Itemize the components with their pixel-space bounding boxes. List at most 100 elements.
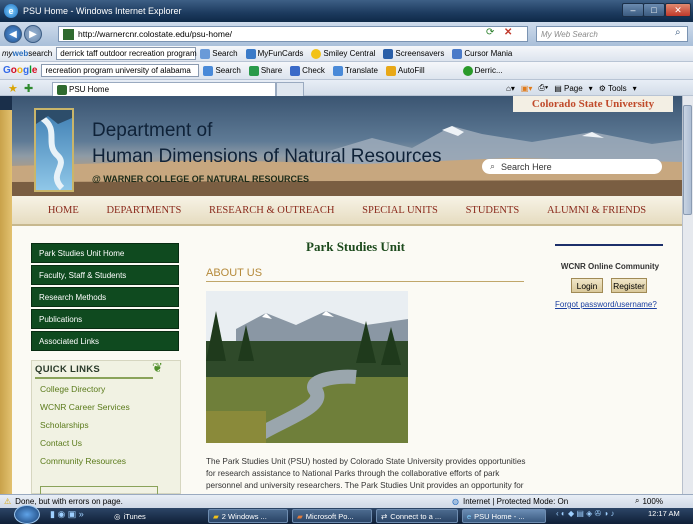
smiley-central-button[interactable]: Smiley Central [311, 48, 375, 59]
nav-alumni-friends[interactable]: ALUMNI & FRIENDS [547, 205, 646, 216]
site-banner: Colorado State University Department of … [12, 96, 682, 196]
description-line: personnel and university researchers. Th… [206, 481, 524, 490]
leaf-icon: ❦ [152, 360, 163, 375]
scrollbar-thumb[interactable] [683, 105, 692, 215]
quick-link-community-resources[interactable]: Community Resources [40, 456, 126, 466]
nav-home[interactable]: HOME [48, 205, 79, 216]
college-name: @ WARNER COLLEGE OF NATURAL RESOURCES [92, 174, 309, 184]
quick-link-career-services[interactable]: WCNR Career Services [40, 402, 130, 412]
google-account-button[interactable]: Derric... [462, 65, 503, 76]
taskbar-itunes[interactable]: ◎ iTunes [110, 509, 190, 523]
csu-wordmark[interactable]: Colorado State University [513, 96, 673, 112]
clock[interactable]: 12:17 AM [648, 509, 680, 518]
google-translate-button[interactable]: Translate [332, 65, 378, 76]
river-logo-icon [36, 110, 72, 191]
sidebar-item-associated-links[interactable]: Associated Links [31, 331, 179, 351]
nav-research-outreach[interactable]: RESEARCH & OUTREACH [209, 205, 334, 216]
home-icon[interactable]: ⌂▾ [506, 84, 515, 93]
search-icon [200, 48, 211, 59]
site-search-input[interactable]: ⌕ Search Here [482, 159, 662, 174]
mywebsearch-input[interactable]: derrick taff outdoor recreation program [56, 47, 197, 60]
forward-button[interactable]: ▶ [24, 25, 42, 43]
zoom-control[interactable]: ⌕ 100% [635, 494, 663, 508]
quick-link-contact-us[interactable]: Contact Us [40, 438, 82, 448]
tray-icons[interactable]: ‹ ◐ ◆ ▤ ◈ ✇ ◑ ♪ [556, 509, 614, 518]
myfuncards-button[interactable]: MyFunCards [245, 48, 303, 59]
quick-links-footer-box [40, 486, 158, 494]
itunes-icon: ◎ [114, 511, 121, 521]
taskbar-connect[interactable]: ⇄ Connect to a ... [376, 509, 458, 523]
taskbar-windows-group[interactable]: ▰ 2 Windows ... [208, 509, 288, 523]
mywebsearch-search-button[interactable]: Search [200, 48, 238, 59]
refresh-icon[interactable]: ⟳ [486, 27, 500, 41]
google-check-button[interactable]: Check [290, 65, 325, 76]
screensavers-button[interactable]: Screensavers [383, 48, 444, 59]
print-icon[interactable]: ⎙▾ [538, 83, 548, 93]
sidebar-nav: Park Studies Unit Home Faculty, Staff & … [31, 243, 179, 353]
about-divider [206, 281, 524, 282]
community-divider [555, 244, 663, 246]
dept-logo[interactable] [34, 108, 74, 192]
nav-special-units[interactable]: SPECIAL UNITS [362, 205, 438, 216]
folder-icon: ▰ [213, 511, 219, 521]
security-zone[interactable]: ◍ Internet | Protected Mode: On [452, 494, 568, 508]
screensaver-icon [383, 48, 394, 59]
sidebar-item-faculty[interactable]: Faculty, Staff & Students [31, 265, 179, 285]
cursor-mania-button[interactable]: Cursor Mania [452, 48, 512, 59]
feeds-icon[interactable]: ▣▾ [521, 84, 533, 93]
favorites-star-icon[interactable]: ★ [8, 82, 18, 95]
main-nav: HOME DEPARTMENTS RESEARCH & OUTREACH SPE… [12, 196, 682, 226]
sidebar-item-psu-home[interactable]: Park Studies Unit Home [31, 243, 179, 263]
google-search-button[interactable]: Search [203, 65, 241, 76]
dept-title-line1: Department of [92, 120, 213, 141]
share-icon [248, 65, 259, 76]
google-share-button[interactable]: Share [248, 65, 282, 76]
login-button[interactable]: Login [571, 278, 603, 293]
register-button[interactable]: Register [611, 278, 647, 293]
add-favorite-icon[interactable]: ✚ [24, 82, 33, 95]
autofill-icon [385, 65, 396, 76]
stop-icon[interactable]: ✕ [504, 27, 518, 41]
address-url: http://warnercnr.colostate.edu/psu-home/ [78, 29, 233, 39]
nav-students[interactable]: STUDENTS [466, 205, 520, 216]
zoom-icon: ⌕ [635, 496, 640, 505]
taskbar-powerpoint[interactable]: ▰ Microsoft Po... [292, 509, 372, 523]
google-search-input[interactable]: recreation program university of alabama [41, 64, 200, 77]
sidebar-item-research-methods[interactable]: Research Methods [31, 287, 179, 307]
command-bar: ⌂▾ ▣▾ ⎙▾ ▤ Page ▾ ⚙ Tools ▾ [506, 80, 643, 96]
address-bar[interactable]: http://warnercnr.colostate.edu/psu-home/ [58, 26, 528, 42]
google-search-icon [203, 65, 214, 76]
page-menu[interactable]: ▤ Page ▾ [554, 84, 592, 93]
window-title: PSU Home - Windows Internet Explorer [23, 6, 182, 16]
new-tab-button[interactable] [276, 82, 304, 96]
ie-icon: e [467, 511, 472, 521]
start-button[interactable] [14, 505, 40, 524]
close-button[interactable]: ✕ [665, 3, 691, 17]
tab-favicon-icon [57, 84, 67, 95]
spellcheck-icon [290, 65, 301, 76]
river-valley-photo [206, 291, 408, 443]
nav-departments[interactable]: DEPARTMENTS [106, 205, 181, 216]
community-label: WCNR Online Community [560, 262, 660, 271]
status-bar: ⚠ Done, but with errors on page. [0, 494, 693, 508]
quick-link-college-directory[interactable]: College Directory [40, 384, 105, 394]
browser-search-input[interactable]: My Web Search [536, 26, 688, 42]
page-title: Park Studies Unit [306, 239, 405, 254]
quick-link-scholarships[interactable]: Scholarships [40, 420, 89, 430]
tab-psu-home[interactable]: PSU Home [52, 82, 276, 96]
taskbar-psu-home[interactable]: e PSU Home - ... [462, 509, 546, 523]
forgot-password-link[interactable]: Forgot password/username? [555, 300, 657, 309]
sidebar-item-publications[interactable]: Publications [31, 309, 179, 329]
maximize-button[interactable]: □ [643, 3, 665, 17]
tools-menu[interactable]: ⚙ Tools ▾ [599, 84, 637, 93]
warning-icon[interactable]: ⚠ [4, 497, 11, 506]
google-autofill-button[interactable]: AutoFill [385, 65, 425, 76]
cursor-icon [452, 48, 463, 59]
browser-search-placeholder: My Web Search [541, 29, 598, 39]
powerpoint-icon: ▰ [297, 511, 303, 521]
search-icon[interactable]: ⌕ [675, 27, 681, 38]
quick-links-heading: QUICK LINKS [35, 364, 101, 375]
quicklaunch-icons[interactable]: ▮ ◉ ▣ » [50, 509, 84, 520]
back-button[interactable]: ◀ [4, 25, 22, 43]
minimize-button[interactable]: – [622, 3, 644, 17]
